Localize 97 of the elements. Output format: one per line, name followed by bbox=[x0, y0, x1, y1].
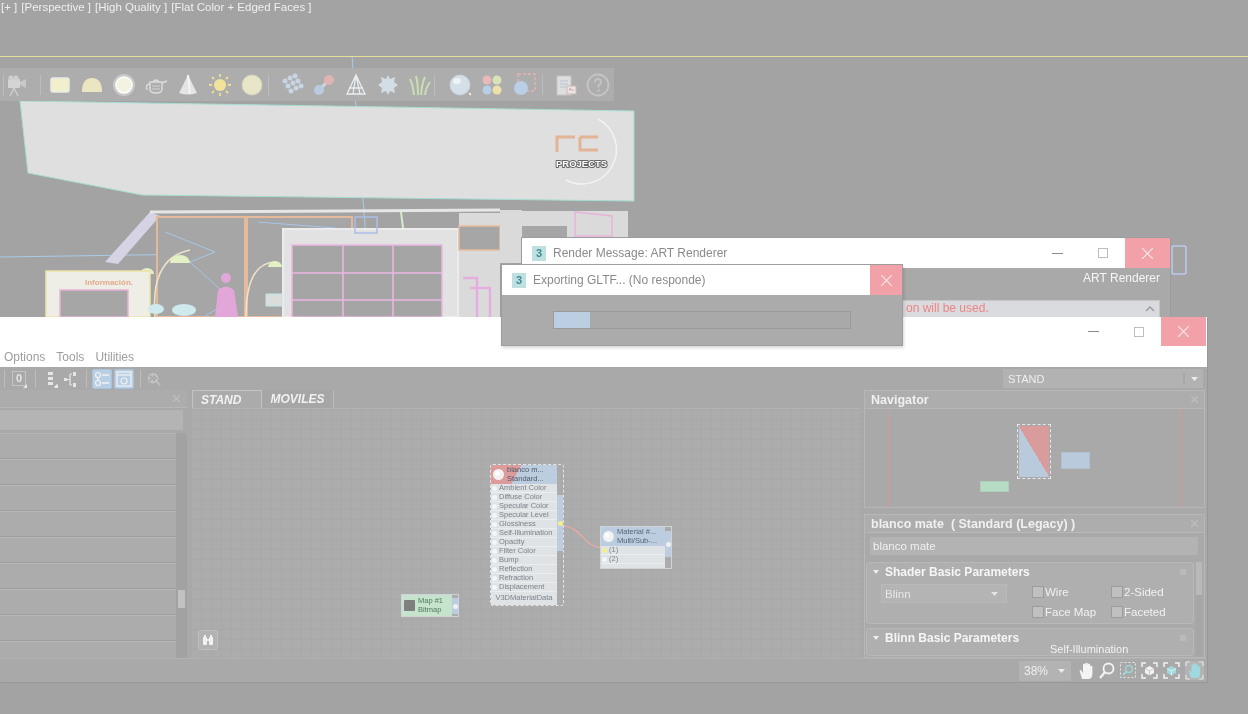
magnifier-icon[interactable] bbox=[1099, 662, 1115, 679]
binoculars-icon bbox=[202, 634, 214, 646]
maximize-icon bbox=[1097, 248, 1108, 258]
menu-item[interactable]: Utilities bbox=[95, 349, 135, 364]
maximize-icon bbox=[1133, 326, 1144, 337]
group-label: Self-Illumination bbox=[1050, 644, 1130, 655]
panel-title: blanco mate ( Standard (Legacy) ) bbox=[871, 516, 1077, 531]
bracketed-cube-icon[interactable] bbox=[1163, 662, 1180, 679]
slot-list-icon bbox=[94, 370, 110, 387]
viewport-menu-label[interactable]: [+ ] bbox=[1, 0, 18, 14]
close-icon bbox=[880, 274, 892, 286]
menu-item[interactable]: Tools bbox=[56, 349, 85, 364]
window-title: Render Message: ART Renderer bbox=[553, 246, 728, 260]
log-message: on will be used. bbox=[906, 302, 990, 315]
zoom-dropdown[interactable]: 38% bbox=[1019, 660, 1071, 681]
close-icon bbox=[1142, 247, 1153, 259]
checkbox[interactable] bbox=[1111, 606, 1123, 618]
input-port-icon[interactable] bbox=[492, 539, 497, 545]
material-name-field[interactable]: blanco mate bbox=[870, 537, 1198, 555]
scroll-up-icon[interactable] bbox=[1145, 306, 1155, 312]
input-port-icon[interactable] bbox=[492, 512, 497, 518]
bracketed-cube-icon[interactable] bbox=[1141, 662, 1158, 679]
stacked-nodes-icon bbox=[45, 370, 57, 387]
app-logo: 3 bbox=[512, 272, 526, 288]
sphere-icon[interactable] bbox=[240, 72, 264, 97]
checkbox[interactable] bbox=[1111, 586, 1123, 598]
input-port-icon[interactable] bbox=[492, 503, 497, 509]
checker-sphere-icon bbox=[147, 370, 161, 387]
input-port-icon[interactable] bbox=[492, 566, 497, 572]
input-port-icon[interactable] bbox=[492, 548, 497, 554]
renderer-label: ART Renderer bbox=[1083, 271, 1160, 285]
minimize-icon bbox=[1052, 252, 1063, 254]
minimize-icon bbox=[1088, 331, 1099, 332]
panel-title: Navigator bbox=[871, 392, 930, 407]
caret-icon bbox=[1058, 668, 1065, 673]
close-icon bbox=[1178, 326, 1189, 337]
menu-item[interactable]: Options bbox=[4, 349, 46, 364]
input-port-icon[interactable] bbox=[492, 485, 497, 491]
sphere-preview-icon bbox=[493, 469, 504, 480]
input-port-icon[interactable] bbox=[492, 494, 497, 500]
glowing-sphere-icon[interactable] bbox=[112, 72, 136, 97]
input-port-icon[interactable] bbox=[492, 557, 497, 563]
expand-icon[interactable] bbox=[873, 635, 879, 641]
caret-icon bbox=[991, 591, 998, 596]
input-port-icon[interactable] bbox=[492, 575, 497, 581]
view-tab[interactable]: STAND bbox=[192, 390, 262, 408]
hand-icon[interactable] bbox=[1185, 661, 1204, 680]
cone-icon[interactable] bbox=[176, 72, 200, 97]
sphere-dashed-box-icon[interactable] bbox=[512, 72, 536, 97]
glass-sphere-icon[interactable] bbox=[448, 72, 472, 97]
logo: PROJECTS bbox=[555, 118, 618, 185]
checkbox[interactable] bbox=[1032, 606, 1044, 618]
sphere-preview-icon bbox=[603, 531, 614, 542]
input-port-icon[interactable] bbox=[492, 521, 497, 527]
input-port-icon[interactable] bbox=[492, 584, 497, 590]
toolbar-button[interactable] bbox=[92, 368, 112, 389]
input-port-icon[interactable] bbox=[602, 556, 607, 562]
viewport-menu-label[interactable]: [Flat Color + Edged Faces ] bbox=[171, 0, 312, 14]
caret-icon bbox=[1190, 376, 1198, 381]
input-port-icon[interactable] bbox=[602, 547, 607, 553]
viewport-menu-label[interactable]: [High Quality ] bbox=[95, 0, 168, 14]
pyramid-icon[interactable] bbox=[344, 72, 368, 97]
molecule-icon[interactable] bbox=[312, 72, 336, 97]
flyout-corner-icon bbox=[54, 383, 58, 388]
branch-nodes-icon bbox=[63, 370, 77, 387]
viewport-menu-label[interactable]: [Perspective ] bbox=[21, 0, 91, 14]
rollout-title[interactable]: Shader Basic Parameters bbox=[885, 565, 1030, 579]
desk-sign-text: Información. bbox=[85, 278, 133, 287]
output-port-icon[interactable] bbox=[557, 520, 563, 526]
close-button[interactable] bbox=[1161, 317, 1206, 346]
scrollbar-thumb[interactable] bbox=[178, 590, 185, 608]
flyout-corner-icon bbox=[23, 383, 27, 388]
checkbox-label: Face Map bbox=[1045, 606, 1097, 618]
checkbox[interactable] bbox=[1032, 586, 1044, 598]
close-button[interactable] bbox=[870, 265, 902, 295]
checkbox-label: Faceted bbox=[1124, 606, 1166, 618]
checkbox-label: Wire bbox=[1045, 586, 1069, 598]
sun-icon[interactable] bbox=[208, 72, 232, 97]
window-title: Exporting GLTF... (No responde) bbox=[533, 273, 706, 287]
toolbar-button[interactable] bbox=[114, 368, 134, 389]
dashed-magnifier-icon[interactable] bbox=[1120, 662, 1136, 679]
expand-icon[interactable] bbox=[873, 569, 879, 575]
scrollbar-track[interactable] bbox=[176, 433, 187, 658]
hand-icon[interactable] bbox=[1078, 661, 1094, 680]
output-port-icon[interactable] bbox=[665, 541, 671, 547]
find-button[interactable] bbox=[198, 630, 218, 650]
input-port-icon[interactable] bbox=[492, 530, 497, 536]
app-logo: 3 bbox=[532, 245, 546, 261]
view-dropdown[interactable]: STAND bbox=[1003, 369, 1203, 388]
checkbox-label: 2-Sided bbox=[1124, 586, 1164, 598]
wireframe-outline bbox=[1171, 245, 1187, 275]
window-preview-icon bbox=[116, 370, 132, 387]
rollout-title[interactable]: Blinn Basic Parameters bbox=[885, 631, 1020, 645]
close-button[interactable] bbox=[1125, 238, 1170, 268]
map-swatch-icon bbox=[404, 600, 415, 611]
clipboard-icon[interactable] bbox=[554, 72, 578, 97]
output-port-icon[interactable] bbox=[452, 603, 458, 609]
